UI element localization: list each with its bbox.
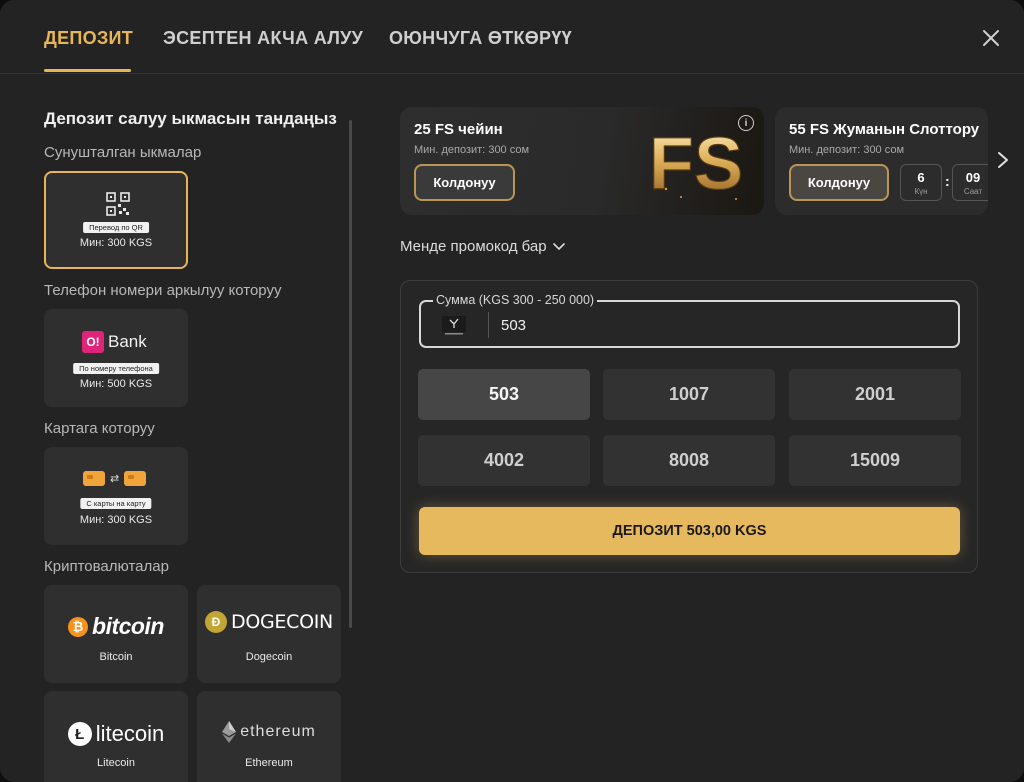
promo-card[interactable]: 25 FS чейин Мин. депозит: 300 сом Колдон… bbox=[400, 107, 764, 215]
method-badge: По номеру телефона bbox=[73, 363, 159, 374]
svg-text:FS: FS bbox=[649, 122, 744, 205]
method-min-amount: Мин: 300 KGS bbox=[79, 237, 153, 249]
quick-amount-button[interactable]: 4002 bbox=[418, 435, 590, 486]
method-card-to-card[interactable]: ⇄ С карты на карту Мин: 300 KGS bbox=[44, 447, 188, 545]
method-min-amount: Мин: 300 KGS bbox=[79, 514, 153, 526]
fs-bonus-art: FS bbox=[648, 121, 744, 205]
chevron-right-icon[interactable] bbox=[996, 151, 1010, 169]
close-icon[interactable] bbox=[981, 28, 1001, 48]
quick-amount-button[interactable]: 503 bbox=[418, 369, 590, 420]
promo-title: 55 FS Жуманын Слоттору bbox=[789, 121, 980, 138]
amount-field[interactable]: Сумма (KGS 300 - 250 000) bbox=[419, 293, 960, 348]
dogecoin-icon: Ð bbox=[205, 611, 228, 633]
obank-logo: O! Bank bbox=[82, 331, 147, 353]
section-crypto: Криптовалюталар bbox=[44, 558, 169, 575]
deposit-form: Сумма (KGS 300 - 250 000) 503 1007 2001 … bbox=[400, 280, 978, 573]
info-icon[interactable]: i bbox=[738, 115, 754, 131]
method-name: Dogecoin bbox=[245, 651, 293, 663]
field-divider bbox=[488, 312, 489, 338]
promo-min-deposit: Мин. депозит: 300 сом bbox=[789, 144, 905, 156]
quick-amount-button[interactable]: 8008 bbox=[603, 435, 775, 486]
bitcoin-icon: ₿ bbox=[68, 616, 89, 637]
promo-title: 25 FS чейин bbox=[414, 121, 503, 138]
promo-card[interactable]: 55 FS Жуманын Слоттору Мин. депозит: 300… bbox=[775, 107, 988, 215]
method-dogecoin[interactable]: Ð DOGECOIN Dogecoin bbox=[197, 585, 341, 683]
deposit-modal: ДЕПОЗИТ ЭСЕПТЕН АКЧА АЛУУ ОЮНЧУГА ӨТКӨРҮ… bbox=[0, 0, 1024, 782]
tab-bar: ДЕПОЗИТ ЭСЕПТЕН АКЧА АЛУУ ОЮНЧУГА ӨТКӨРҮ… bbox=[0, 0, 1024, 74]
active-tab-indicator bbox=[44, 69, 131, 72]
promo-use-button[interactable]: Колдонуу bbox=[789, 164, 889, 201]
quick-amount-button[interactable]: 15009 bbox=[789, 435, 961, 486]
method-bitcoin[interactable]: ₿ bitcoin Bitcoin bbox=[44, 585, 188, 683]
method-min-amount: Мин: 500 KGS bbox=[79, 378, 153, 390]
ethereum-logo: ethereum bbox=[197, 721, 341, 743]
timer-separator: : bbox=[945, 173, 950, 189]
card-transfer-icon: ⇄ bbox=[83, 471, 147, 486]
tab-withdraw[interactable]: ЭСЕПТЕН АКЧА АЛУУ bbox=[163, 28, 363, 49]
section-card-transfer: Картага которуу bbox=[44, 420, 155, 437]
timer-days: 6 Күн bbox=[900, 164, 942, 201]
chevron-down-icon bbox=[552, 242, 565, 250]
methods-scrollbar[interactable] bbox=[349, 120, 352, 628]
payment-method-icon bbox=[442, 316, 466, 335]
method-badge: Перевод по QR bbox=[83, 222, 149, 233]
method-qr[interactable]: Перевод по QR Мин: 300 KGS bbox=[44, 171, 188, 269]
amount-label: Сумма (KGS 300 - 250 000) bbox=[433, 293, 598, 307]
dogecoin-logo: Ð DOGECOIN bbox=[197, 611, 341, 633]
ethereum-icon bbox=[222, 721, 237, 743]
promo-code-label: Менде промокод бар bbox=[400, 238, 547, 255]
qr-code-icon bbox=[106, 192, 130, 216]
promo-use-button[interactable]: Колдонуу bbox=[414, 164, 515, 201]
method-name: Bitcoin bbox=[99, 651, 133, 663]
method-name: Ethereum bbox=[245, 757, 293, 769]
quick-amount-button[interactable]: 1007 bbox=[603, 369, 775, 420]
method-badge: С карты на карту bbox=[80, 498, 152, 509]
bitcoin-logo: ₿ bitcoin bbox=[44, 613, 188, 640]
method-litecoin[interactable]: Ł litecoin Litecoin bbox=[44, 691, 188, 782]
litecoin-logo: Ł litecoin bbox=[44, 721, 188, 747]
timer-hours: 09 Саат bbox=[952, 164, 988, 201]
litecoin-icon: Ł bbox=[67, 722, 92, 746]
method-name: Litecoin bbox=[97, 757, 135, 769]
tab-transfer[interactable]: ОЮНЧУГА ӨТКӨРҮҮ bbox=[389, 28, 572, 49]
payment-methods-panel: Депозит салуу ыкмасын тандаңыз Сунушталг… bbox=[0, 75, 360, 782]
deposit-submit-button[interactable]: ДЕПОЗИТ 503,00 KGS bbox=[419, 507, 960, 555]
promo-code-toggle[interactable]: Менде промокод бар bbox=[400, 238, 565, 255]
method-obank[interactable]: O! Bank По номеру телефона Мин: 500 KGS bbox=[44, 309, 188, 407]
tab-deposit[interactable]: ДЕПОЗИТ bbox=[44, 28, 133, 49]
section-phone-transfer: Телефон номери аркылуу которуу bbox=[44, 282, 282, 299]
promo-min-deposit: Мин. депозит: 300 сом bbox=[414, 144, 530, 156]
amount-input[interactable] bbox=[501, 314, 941, 336]
deposit-panel: 25 FS чейин Мин. депозит: 300 сом Колдон… bbox=[400, 75, 1024, 782]
section-recommended: Сунушталган ыкмалар bbox=[44, 144, 202, 161]
methods-heading: Депозит салуу ыкмасын тандаңыз bbox=[44, 109, 337, 128]
method-ethereum[interactable]: ethereum Ethereum bbox=[197, 691, 341, 782]
quick-amount-button[interactable]: 2001 bbox=[789, 369, 961, 420]
